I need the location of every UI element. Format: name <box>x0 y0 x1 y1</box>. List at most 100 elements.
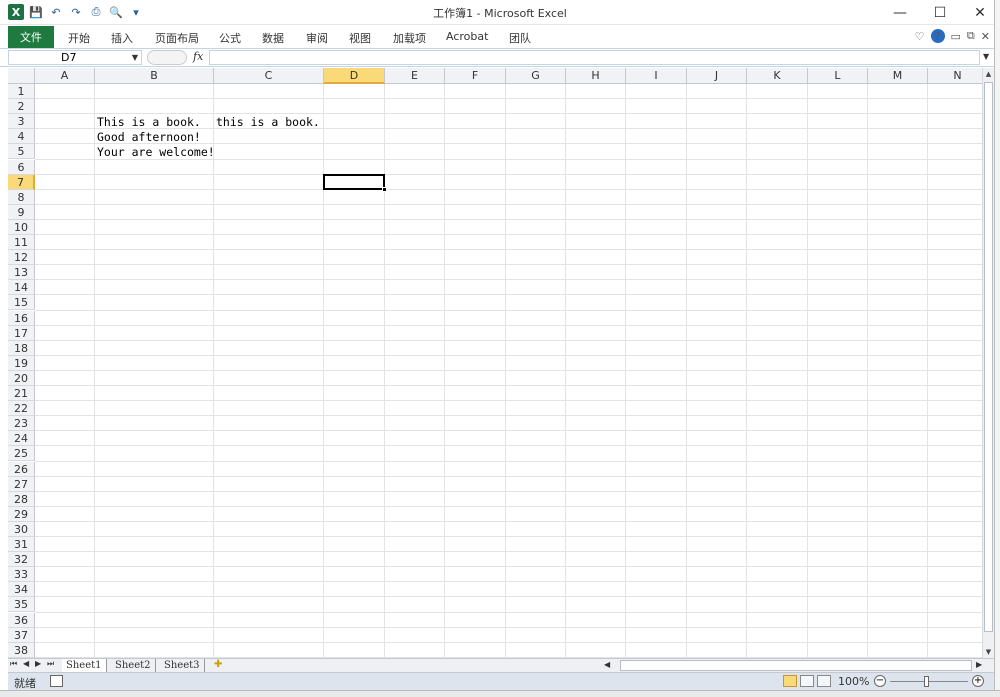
column-header-e[interactable]: E <box>385 68 445 84</box>
tab-view[interactable]: 视图 <box>349 30 371 46</box>
scroll-left-icon[interactable]: ◀ <box>604 660 610 669</box>
chevron-down-icon[interactable]: ▼ <box>132 51 138 64</box>
row-header-21[interactable]: 21 <box>8 386 35 402</box>
row-header-8[interactable]: 8 <box>8 189 35 205</box>
macro-record-icon[interactable] <box>50 675 63 687</box>
column-header-k[interactable]: K <box>747 68 808 84</box>
row-header-36[interactable]: 36 <box>8 612 35 628</box>
workbook-minimize-icon[interactable]: ▭ <box>951 30 961 43</box>
sheet-tab-sheet3[interactable]: Sheet3 <box>160 659 205 673</box>
row-header-12[interactable]: 12 <box>8 250 35 266</box>
row-header-24[interactable]: 24 <box>8 431 35 447</box>
column-header-j[interactable]: J <box>687 68 747 84</box>
row-header-17[interactable]: 17 <box>8 325 35 341</box>
row-header-16[interactable]: 16 <box>8 310 35 326</box>
column-header-g[interactable]: G <box>506 68 566 84</box>
row-header-30[interactable]: 30 <box>8 521 35 537</box>
row-header-3[interactable]: 3 <box>8 114 35 130</box>
insert-sheet-icon[interactable]: ✚ <box>214 659 222 670</box>
tab-formulas[interactable]: 公式 <box>219 30 241 46</box>
help-icon[interactable]: ? <box>930 29 945 43</box>
tab-page-layout[interactable]: 页面布局 <box>155 30 199 46</box>
formula-input[interactable] <box>209 50 980 65</box>
row-header-9[interactable]: 9 <box>8 204 35 220</box>
column-header-l[interactable]: L <box>808 68 868 84</box>
row-header-10[interactable]: 10 <box>8 219 35 235</box>
column-header-i[interactable]: I <box>626 68 687 84</box>
name-box[interactable]: D7 ▼ <box>8 50 142 65</box>
first-sheet-icon[interactable]: ⏮ <box>10 659 17 669</box>
row-header-18[interactable]: 18 <box>8 340 35 356</box>
selected-cell-outline[interactable] <box>323 173 385 190</box>
sheet-tab-sheet1[interactable]: Sheet1 <box>62 659 107 673</box>
column-header-d[interactable]: D <box>324 68 385 84</box>
tab-insert[interactable]: 插入 <box>111 30 133 46</box>
select-all-corner[interactable] <box>8 68 35 84</box>
tab-file[interactable]: 文件 <box>8 26 54 48</box>
row-header-4[interactable]: 4 <box>8 129 35 145</box>
vertical-scroll-thumb[interactable] <box>984 82 993 632</box>
workbook-restore-icon[interactable]: ⧉ <box>967 29 975 43</box>
row-header-31[interactable]: 31 <box>8 537 35 553</box>
expand-formula-icon[interactable]: ▼ <box>983 52 989 61</box>
workbook-close-icon[interactable]: ✕ <box>981 30 990 43</box>
row-header-38[interactable]: 38 <box>8 642 35 658</box>
column-header-c[interactable]: C <box>214 68 324 84</box>
scroll-right-icon[interactable]: ▶ <box>976 660 982 669</box>
zoom-slider-knob[interactable] <box>924 676 929 687</box>
prev-sheet-icon[interactable]: ◀ <box>23 659 29 668</box>
row-header-27[interactable]: 27 <box>8 476 35 492</box>
row-header-7[interactable]: 7 <box>8 174 35 190</box>
scroll-down-icon[interactable]: ▼ <box>983 648 994 656</box>
fill-handle[interactable] <box>382 186 387 192</box>
cell-c3[interactable]: this is a book. <box>216 115 320 129</box>
zoom-slider[interactable] <box>890 681 968 682</box>
column-header-m[interactable]: M <box>868 68 928 84</box>
next-sheet-icon[interactable]: ▶ <box>35 659 41 668</box>
tab-home[interactable]: 开始 <box>68 30 90 46</box>
row-header-32[interactable]: 32 <box>8 552 35 568</box>
row-header-5[interactable]: 5 <box>8 144 35 160</box>
scroll-up-icon[interactable]: ▲ <box>983 70 994 78</box>
row-header-19[interactable]: 19 <box>8 355 35 371</box>
row-header-11[interactable]: 11 <box>8 235 35 251</box>
zoom-in-icon[interactable]: + <box>972 675 984 687</box>
tab-review[interactable]: 审阅 <box>306 30 328 46</box>
row-header-29[interactable]: 29 <box>8 506 35 522</box>
row-header-13[interactable]: 13 <box>8 265 35 281</box>
normal-view-button[interactable] <box>783 675 797 687</box>
row-header-28[interactable]: 28 <box>8 491 35 507</box>
column-header-b[interactable]: B <box>95 68 214 84</box>
maximize-button[interactable]: ☐ <box>920 0 960 25</box>
row-header-23[interactable]: 23 <box>8 416 35 432</box>
row-header-20[interactable]: 20 <box>8 370 35 386</box>
minimize-button[interactable]: — <box>880 0 920 25</box>
ribbon-collapse-icon[interactable]: ♡ <box>915 30 925 43</box>
row-header-26[interactable]: 26 <box>8 461 35 477</box>
zoom-out-icon[interactable]: − <box>874 675 886 687</box>
column-header-a[interactable]: A <box>35 68 95 84</box>
row-header-6[interactable]: 6 <box>8 159 35 175</box>
cell-b3[interactable]: This is a book. <box>97 115 201 129</box>
horizontal-scrollbar[interactable]: ◀ ▶ <box>600 660 985 672</box>
page-break-view-button[interactable] <box>817 675 831 687</box>
row-header-15[interactable]: 15 <box>8 295 35 311</box>
zoom-level[interactable]: 100% <box>838 675 869 688</box>
cell-b4[interactable]: Good afternoon! <box>97 130 201 144</box>
tab-add-ins[interactable]: 加载项 <box>393 30 426 46</box>
sheet-tab-sheet2[interactable]: Sheet2 <box>111 659 156 673</box>
row-header-37[interactable]: 37 <box>8 627 35 643</box>
row-header-34[interactable]: 34 <box>8 582 35 598</box>
horizontal-scroll-thumb[interactable] <box>620 660 972 671</box>
last-sheet-icon[interactable]: ⏭ <box>47 659 54 669</box>
row-header-2[interactable]: 2 <box>8 99 35 115</box>
row-header-35[interactable]: 35 <box>8 597 35 613</box>
insert-function-icon[interactable]: fx <box>193 50 203 63</box>
row-header-33[interactable]: 33 <box>8 567 35 583</box>
tab-data[interactable]: 数据 <box>262 30 284 46</box>
row-header-25[interactable]: 25 <box>8 446 35 462</box>
column-header-f[interactable]: F <box>445 68 506 84</box>
vertical-scrollbar[interactable]: ▲ ▼ <box>982 68 994 658</box>
tab-acrobat[interactable]: Acrobat <box>446 30 488 43</box>
formula-pill[interactable] <box>147 50 187 65</box>
